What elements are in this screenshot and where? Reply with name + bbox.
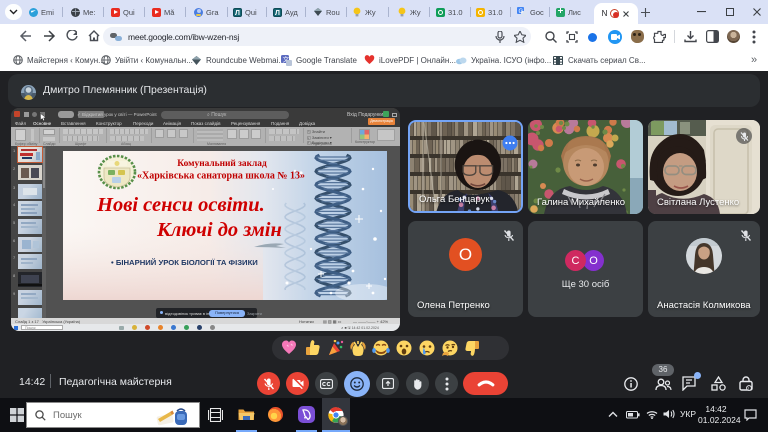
svg-text:!: ! [748,386,749,391]
svg-text:Нові сенси освіти.: Нові сенси освіти. [96,194,265,216]
svg-text:• БІНАРНИЙ УРОК БІОЛОГІЇ ТА: • БІНАРНИЙ УРОК БІОЛОГІЇ ТА ФІЗИКИ [111,258,258,267]
svg-text:G: G [519,9,524,15]
svg-text:«Харківська санаторна школа №: «Харківська санаторна школа № 13» [137,171,305,182]
svg-text:Комунальний заклад: Комунальний заклад [177,158,267,169]
svg-text:Ключі до змін: Ключі до змін [156,219,282,241]
